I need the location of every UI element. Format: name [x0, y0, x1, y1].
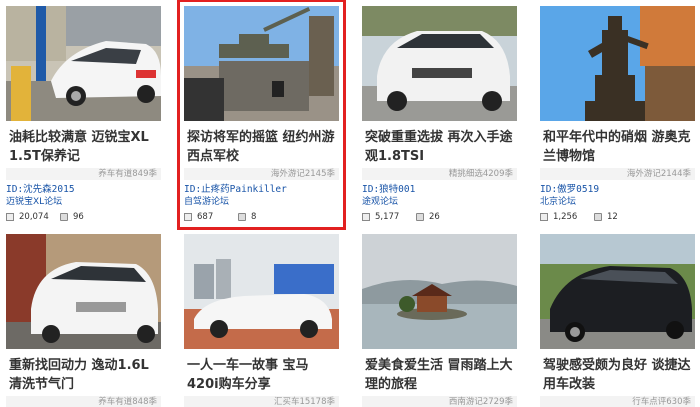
comment-count: 96 [73, 212, 84, 222]
post-title[interactable]: 油耗比较满意 迈锐宝XL 1.5T保养记 [6, 128, 161, 168]
post-card[interactable]: 一人一车一故事 宝马420i购车分享 汇买车15178季 [184, 234, 339, 407]
views-icon [6, 213, 14, 221]
comment-icon [60, 213, 68, 221]
comment-icon [416, 213, 424, 221]
views-icon [540, 213, 548, 221]
column-tag: 行车点评630季 [540, 396, 695, 407]
post-card[interactable]: 驾驶感受颇为良好 谈捷达用车改装 行车点评630季 [540, 234, 695, 407]
post-title[interactable]: 重新找回动力 逸动1.6L清洗节气门 [6, 356, 161, 396]
views-icon [362, 213, 370, 221]
comment-count: 26 [429, 212, 440, 222]
post-card[interactable]: 和平年代中的硝烟 游奥克兰博物馆 海外游记2144季 ID:傲罗0519 北京论… [540, 6, 695, 223]
author-id[interactable]: ID:止疼药Painkiller [184, 183, 339, 196]
post-title[interactable]: 和平年代中的硝烟 游奥克兰博物馆 [540, 128, 695, 168]
column-tag: 汇买车15178季 [184, 396, 339, 407]
post-thumbnail[interactable] [540, 6, 695, 121]
post-thumbnail[interactable] [362, 234, 517, 349]
lake-pavilion-photo [362, 234, 517, 349]
post-card[interactable]: 爱美食爱生活 冒雨踏上大理的旅程 西南游记2729季 [362, 234, 517, 407]
comment-icon [238, 213, 246, 221]
column-tag: 海外游记2145季 [184, 168, 339, 180]
forum-link[interactable]: 自驾游论坛 [184, 196, 339, 208]
view-count: 687 [197, 212, 214, 222]
comment-count: 8 [251, 212, 257, 222]
view-count: 5,177 [375, 212, 400, 222]
column-tag: 养车有道848季 [6, 396, 161, 407]
views-icon [184, 213, 192, 221]
post-title[interactable]: 驾驶感受颇为良好 谈捷达用车改装 [540, 356, 695, 396]
statue-photo [540, 6, 695, 121]
forum-link[interactable]: 途观论坛 [362, 196, 517, 208]
view-count: 1,256 [553, 212, 578, 222]
post-thumbnail[interactable] [362, 6, 517, 121]
post-thumbnail[interactable] [6, 6, 161, 121]
comment-icon [594, 213, 602, 221]
post-card[interactable]: 突破重重选拔 再次入手途观1.8TSI 精挑细选4209季 ID:狼特001 途… [362, 6, 517, 223]
post-title[interactable]: 一人一车一故事 宝马420i购车分享 [184, 356, 339, 396]
column-tag: 海外游记2144季 [540, 168, 695, 180]
tank-monument-photo [184, 6, 339, 121]
column-tag: 西南游记2729季 [362, 396, 517, 407]
comment-count: 12 [607, 212, 618, 222]
post-card-selected[interactable]: 探访将军的摇篮 纽约州游西点军校 海外游记2145季 ID:止疼药Painkil… [177, 0, 346, 230]
white-sedan-workshop-photo [6, 234, 161, 349]
forum-link[interactable]: 迈锐宝XL论坛 [6, 196, 161, 208]
post-card[interactable]: 重新找回动力 逸动1.6L清洗节气门 养车有道848季 [6, 234, 161, 407]
view-count: 20,074 [19, 212, 49, 222]
forum-link[interactable]: 北京论坛 [540, 196, 695, 208]
post-title[interactable]: 探访将军的摇篮 纽约州游西点军校 [184, 128, 339, 168]
post-thumbnail[interactable] [540, 234, 695, 349]
author-id[interactable]: ID:狼特001 [362, 183, 517, 196]
post-card[interactable]: 油耗比较满意 迈锐宝XL 1.5T保养记 养车有道849季 ID:沈先森2015… [6, 6, 161, 223]
post-title[interactable]: 突破重重选拔 再次入手途观1.8TSI [362, 128, 517, 168]
author-id[interactable]: ID:沈先森2015 [6, 183, 161, 196]
white-convertible-photo [184, 234, 339, 349]
post-thumbnail[interactable] [6, 234, 161, 349]
column-tag: 养车有道849季 [6, 168, 161, 180]
white-sedan-garage-photo [6, 6, 161, 121]
post-title[interactable]: 爱美食爱生活 冒雨踏上大理的旅程 [362, 356, 517, 396]
post-thumbnail[interactable] [184, 234, 339, 349]
black-sedan-photo [540, 234, 695, 349]
author-id[interactable]: ID:傲罗0519 [540, 183, 695, 196]
white-suv-photo [362, 6, 517, 121]
column-tag: 精挑细选4209季 [362, 168, 517, 180]
post-thumbnail[interactable] [184, 6, 339, 121]
